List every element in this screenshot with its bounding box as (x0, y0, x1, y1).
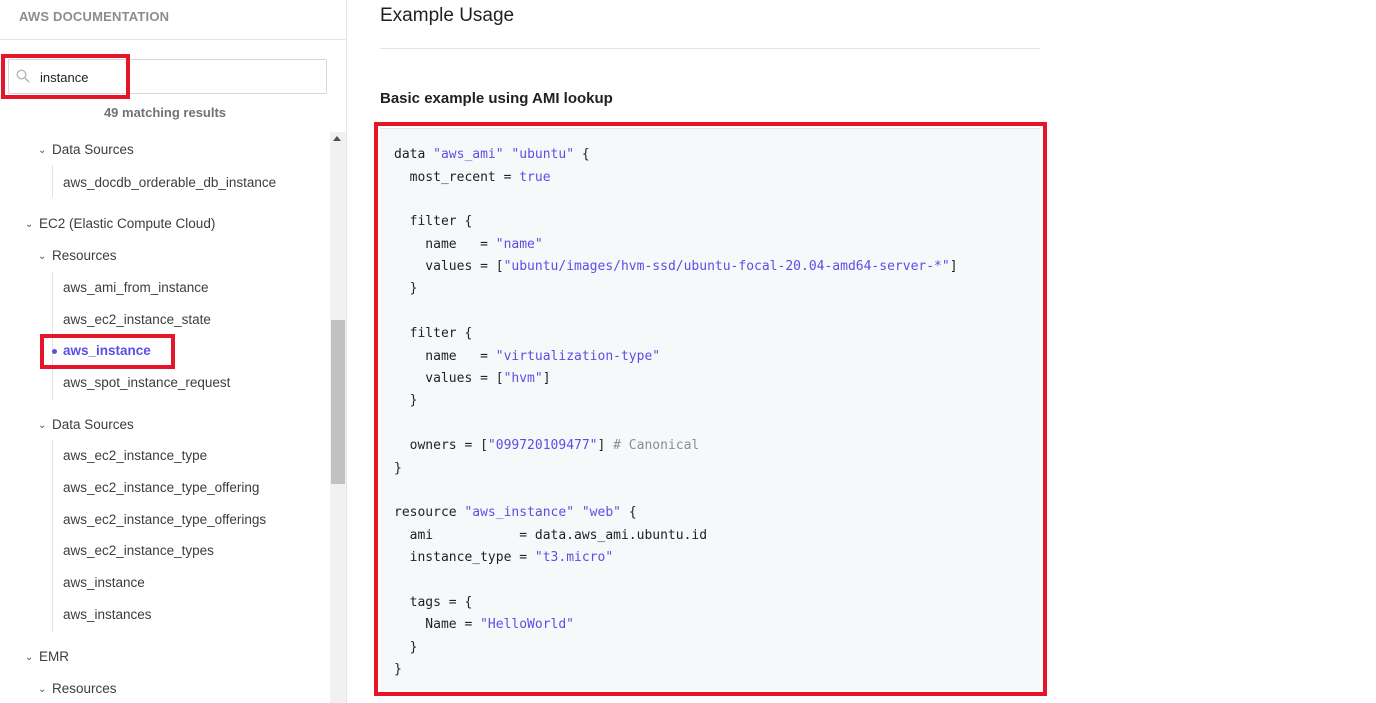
nav-item-aws-ec2-instance-state[interactable]: aws_ec2_instance_state (63, 312, 211, 327)
code-line: ami = data.aws_ami.ubuntu.id (394, 528, 708, 543)
nav-item-aws-ec2-instance-type-offerings[interactable]: aws_ec2_instance_type_offerings (63, 512, 266, 527)
code-line: filter { (394, 326, 473, 341)
search-box[interactable] (8, 59, 327, 94)
sidebar-title: AWS DOCUMENTATION (19, 9, 170, 24)
nav-group-emr-resources[interactable]: ⌄ Resources (38, 681, 117, 696)
sidebar: AWS DOCUMENTATION 49 matching results ⌄ D… (0, 0, 347, 703)
chevron-down-icon: ⌄ (38, 420, 47, 431)
nav-group-ec2[interactable]: ⌄ EC2 (Elastic Compute Cloud) (25, 216, 215, 231)
nav-group-label: Data Sources (52, 142, 134, 157)
nav-group-label: Resources (52, 681, 117, 696)
code-line: Name = "HelloWorld" (394, 617, 575, 632)
nav-item-aws-ami-from-instance[interactable]: aws_ami_from_instance (63, 280, 209, 295)
match-count: 49 matching results (103, 105, 227, 120)
nav-group-label: Data Sources (52, 417, 134, 432)
code-line: } (394, 662, 402, 677)
scroll-up-arrow-icon[interactable] (333, 136, 341, 141)
code-line: name = "virtualization-type" (394, 349, 661, 364)
nav-tree: ⌄ Data Sources aws_docdb_orderable_db_ins… (0, 132, 330, 703)
sidebar-header: AWS DOCUMENTATION (0, 0, 346, 40)
code-block: data "aws_ami" "ubuntu" { most_recent = … (380, 128, 1040, 690)
nav-group-ec2-data-sources[interactable]: ⌄ Data Sources (38, 417, 134, 432)
code-line: most_recent = true (394, 170, 551, 185)
nav-item-ds-aws-instances[interactable]: aws_instances (63, 607, 152, 622)
code-line: resource "aws_instance" "web" { (394, 505, 637, 520)
code-line: data "aws_ami" "ubuntu" { (394, 147, 590, 162)
chevron-down-icon: ⌄ (38, 684, 47, 695)
nav-group-emr[interactable]: ⌄ EMR (25, 649, 69, 664)
code-line: } (394, 640, 418, 655)
nav-group-docdb-data-sources[interactable]: ⌄ Data Sources (38, 142, 134, 157)
page-heading: Example Usage (380, 5, 515, 26)
code-line: values = ["ubuntu/images/hvm-ssd/ubuntu-… (394, 259, 958, 274)
code-line: } (394, 461, 402, 476)
nav-item-aws-ec2-instance-type[interactable]: aws_ec2_instance_type (63, 448, 207, 463)
nav-item-aws-ec2-instance-type-offering[interactable]: aws_ec2_instance_type_offering (63, 480, 259, 495)
code-line: filter { (394, 214, 473, 229)
nav-group-label: EC2 (Elastic Compute Cloud) (39, 216, 216, 231)
nav-item-aws-instance[interactable]: aws_instance (63, 343, 151, 358)
chevron-down-icon: ⌄ (38, 145, 47, 156)
tree-line (52, 440, 53, 632)
code-line: values = ["hvm"] (394, 371, 551, 386)
nav-item-ds-aws-instance[interactable]: aws_instance (63, 575, 145, 590)
section-heading: Basic example using AMI lookup (380, 90, 613, 107)
code-line: instance_type = "t3.micro" (394, 550, 614, 565)
code-line: tags = { (394, 595, 473, 610)
scrollbar-thumb[interactable] (331, 320, 345, 484)
sidebar-scrollbar[interactable] (330, 132, 346, 703)
nav-group-label: EMR (39, 649, 69, 664)
heading-divider (380, 48, 1040, 49)
search-icon (16, 69, 30, 83)
nav-item-aws-spot-instance-request[interactable]: aws_spot_instance_request (63, 375, 230, 390)
nav-group-label: Resources (52, 248, 117, 263)
tree-line (52, 272, 53, 400)
code-line: owners = ["099720109477"] # Canonical (394, 438, 700, 453)
nav-group-ec2-resources[interactable]: ⌄ Resources (38, 248, 117, 263)
chevron-down-icon: ⌄ (38, 251, 47, 262)
chevron-down-icon: ⌄ (25, 219, 34, 230)
tree-line (52, 165, 53, 197)
code-line: name = "name" (394, 237, 543, 252)
code-line: } (394, 281, 418, 296)
search-input[interactable] (40, 67, 320, 87)
nav-item-aws-ec2-instance-types[interactable]: aws_ec2_instance_types (63, 543, 214, 558)
nav-item-docdb-orderable-db-instance[interactable]: aws_docdb_orderable_db_instance (63, 175, 276, 190)
chevron-down-icon: ⌄ (25, 652, 34, 663)
active-indicator (52, 349, 57, 354)
code-line: } (394, 393, 418, 408)
